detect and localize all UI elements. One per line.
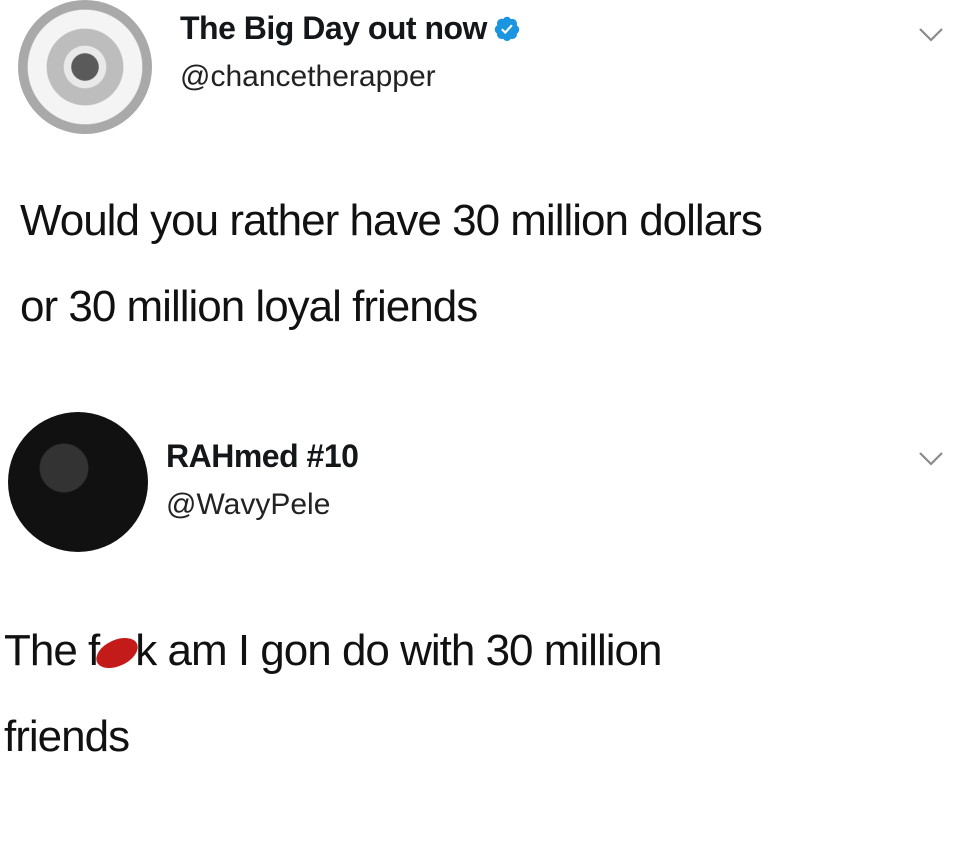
display-name[interactable]: RAHmed #10 bbox=[166, 438, 359, 475]
avatar[interactable] bbox=[8, 412, 148, 552]
user-handle[interactable]: @chancetherapper bbox=[180, 60, 436, 94]
display-name-row: The Big Day out now bbox=[180, 10, 521, 47]
chevron-down-icon[interactable] bbox=[918, 450, 944, 468]
tweet-text: The fk am I gon do with 30 million frien… bbox=[4, 608, 934, 780]
tweet-text: Would you rather have 30 million dollars… bbox=[20, 196, 763, 331]
tweet-reply: RAHmed #10 @WavyPele The fk am I gon do … bbox=[0, 400, 959, 844]
tweet-original: The Big Day out now @chancetherapper Wou… bbox=[0, 0, 959, 400]
tweet-text-before-censor: The f bbox=[4, 626, 100, 675]
chevron-down-icon[interactable] bbox=[918, 26, 944, 44]
avatar[interactable] bbox=[18, 0, 152, 134]
display-name[interactable]: The Big Day out now bbox=[180, 10, 487, 46]
user-handle[interactable]: @WavyPele bbox=[166, 488, 330, 522]
verified-badge-icon bbox=[494, 16, 520, 41]
